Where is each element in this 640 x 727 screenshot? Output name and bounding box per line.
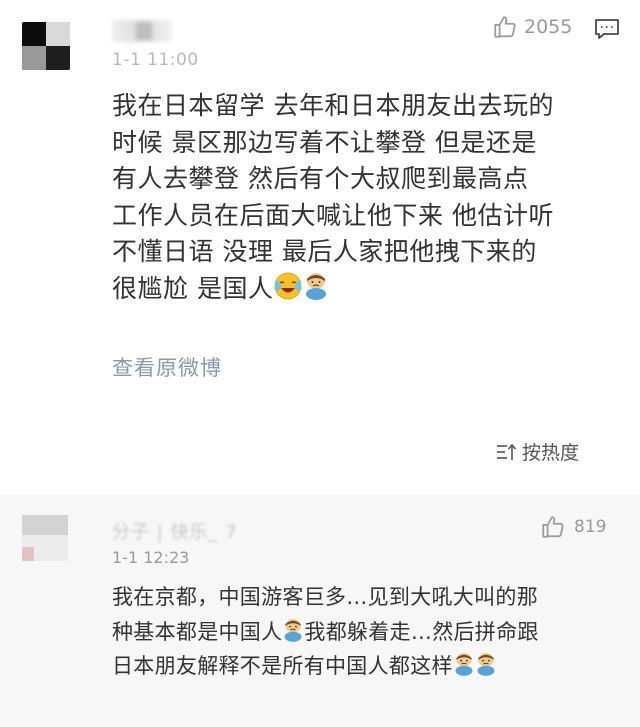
sad-doll-emoji-icon [306, 272, 327, 300]
thumbs-up-icon [494, 16, 516, 38]
username-blurred[interactable] [112, 20, 172, 42]
sort-label: 按热度 [522, 442, 580, 464]
comment-line: 不懂日语 没理 最后人家把他拽下来的 [112, 237, 537, 266]
reply-avatar[interactable] [22, 515, 68, 561]
reply-like-button[interactable]: 819 [540, 514, 606, 540]
comment-text: 我在日本留学 去年和日本朋友出去玩的 时候 景区那边写着不让攀登 但是还是 有人… [112, 88, 622, 307]
sort-button[interactable]: 按热度 [496, 438, 579, 465]
reply-line: 种基本都是中国人 我都躲着走…然后拼命跟 [112, 615, 622, 650]
comment-icon[interactable] [594, 18, 620, 40]
view-original-link[interactable]: 查看原微博 [112, 352, 222, 382]
comment-line: 有人去攀登 然后有个大叔爬到最高点 [112, 164, 529, 193]
comment-line-last: 很尴尬 是国人 [112, 271, 622, 308]
reply-line-text: 日本朋友解释不是所有中国人都这样 [112, 654, 453, 678]
reply-like-count: 819 [574, 517, 607, 537]
reply-line: 日本朋友解释不是所有中国人都这样 [112, 649, 622, 684]
reply-line-text: 我都躲着走…然后拼命跟 [304, 619, 539, 644]
laugh-cry-emoji-icon [274, 272, 302, 299]
reply-text: 我在京都，中国游客巨多…见到大吼大叫的那 种基本都是中国人 我都躲着走…然后拼命… [112, 580, 622, 684]
comment-line-text: 很尴尬 是国人 [112, 273, 274, 303]
like-button[interactable]: 2055 [492, 14, 572, 40]
comment-line: 工作人员在后面大喊让他下来 他估计听 [112, 200, 554, 230]
comment-line: 时候 景区那边写着不让攀登 但是还是 [112, 127, 537, 157]
comment-line: 我在日本留学 去年和日本朋友出去玩的 [112, 91, 554, 120]
reply-username[interactable]: 分子 | 快乐_ 7 [112, 518, 238, 544]
sad-doll-emoji-icon [455, 653, 473, 676]
sad-doll-emoji-icon [284, 618, 302, 642]
sad-doll-emoji-icon [477, 653, 495, 676]
like-count: 2055 [524, 16, 573, 38]
reply-line-text: 种基本都是中国人 [112, 619, 283, 644]
thumbs-up-icon [542, 516, 564, 538]
sort-icon [497, 443, 517, 460]
post-timestamp: 1-1 11:00 [112, 50, 199, 70]
reply-timestamp: 1-1 12:23 [112, 548, 190, 567]
reply-line: 我在京都，中国游客巨多…见到大吼大叫的那 [112, 585, 538, 609]
avatar[interactable] [22, 22, 70, 70]
main-comment: 1-1 11:00 2055 我在日本留学 去年和日本朋友出去玩的 时候 景区那… [0, 0, 640, 495]
